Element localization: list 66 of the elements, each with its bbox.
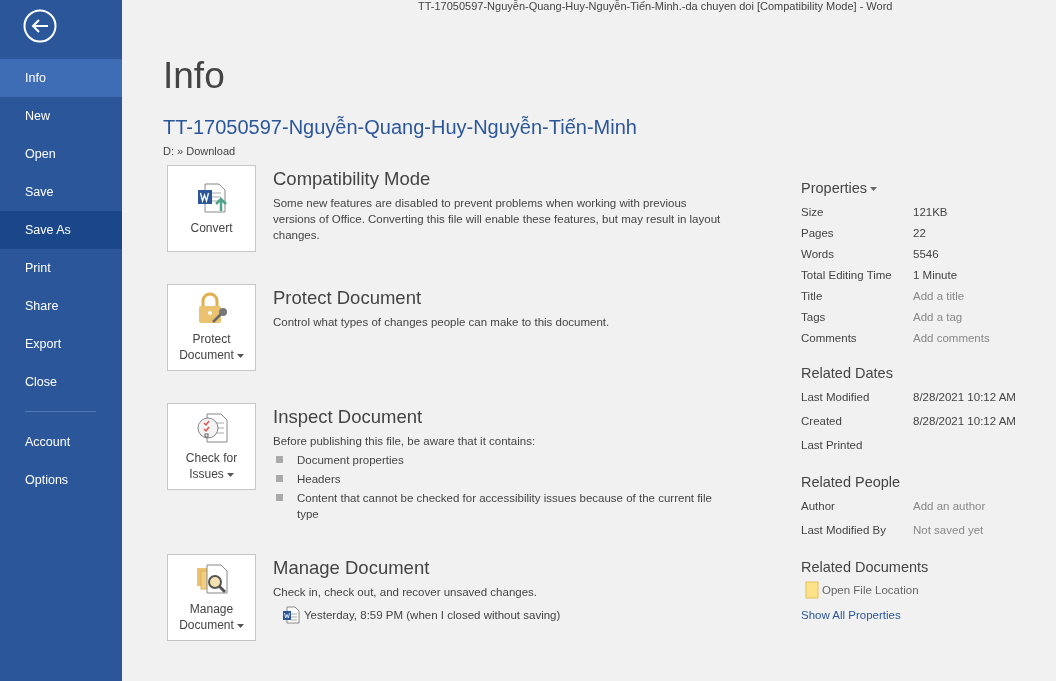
properties-menu[interactable]: Properties	[801, 180, 1051, 196]
bullet-text: Headers	[297, 472, 341, 487]
section-title: Compatibility Mode	[273, 168, 432, 190]
section-description: Control what types of changes people can make to this document.	[273, 315, 611, 330]
open-file-location-link[interactable]: Open File Location	[805, 581, 1051, 599]
property-label: Title	[801, 289, 824, 302]
sidebar-item[interactable]: Print	[0, 249, 122, 287]
caret-icon	[236, 623, 244, 628]
document-name: TT-17050597-Nguyễn-Quang-Huy-Nguyễn-Tiến-Minh	[163, 116, 638, 139]
property-label: Author	[801, 500, 836, 512]
section-heading: Related People	[801, 474, 902, 490]
section-title: Protect Document	[273, 287, 423, 309]
bullet-icon	[276, 494, 283, 501]
folder-icon	[805, 581, 819, 599]
sidebar-item[interactable]: Save As	[0, 211, 122, 249]
sidebar-item[interactable]: Save	[0, 173, 122, 211]
documents-search-icon	[194, 562, 229, 596]
property-label: Tags	[801, 310, 827, 323]
caret-icon	[236, 353, 244, 358]
property-label: Total Editing Time	[801, 268, 893, 281]
checklist-icon	[194, 411, 229, 445]
section-description: Before publishing this file, be aware that it contains:	[273, 434, 537, 449]
section-description: Some new features are disabled to prevent problems when working with previous versions of Office. Converting this file will enable these features, but may result in layout changes.	[273, 196, 722, 243]
sidebar-item[interactable]: Export	[0, 325, 122, 363]
sidebar-item[interactable]: Open	[0, 135, 122, 173]
window-title: TT-17050597-Nguyễn-Quang-Huy-Nguyễn-Tiến-Minh.-da chuyen doi [Compatibility Mode] - Word	[418, 0, 893, 12]
sidebar-item[interactable]: Close	[0, 363, 122, 401]
property-value: 1 Minute	[913, 268, 958, 281]
sidebar-item[interactable]: Account	[0, 423, 122, 461]
property-label: Last Modified	[801, 391, 871, 403]
action-button[interactable]: Protect Document	[167, 284, 256, 371]
page-heading: Info	[163, 54, 226, 98]
property-value: 5546	[913, 247, 939, 260]
caret-icon	[870, 187, 878, 192]
property-label: Pages	[801, 226, 835, 239]
action-button[interactable]: Convert	[167, 165, 256, 252]
sidebar-item[interactable]: Options	[0, 461, 122, 499]
section-heading: Related Dates	[801, 365, 894, 381]
version-link[interactable]: Yesterday, 8:59 PM (when I closed without saving)	[282, 606, 723, 624]
sidebar-item[interactable]: Share	[0, 287, 122, 325]
property-label: Last Modified By	[801, 524, 887, 536]
property-label: Created	[801, 415, 843, 427]
word-document-icon	[282, 606, 300, 624]
property-label: Size	[801, 205, 825, 218]
sidebar-item[interactable]: New	[0, 97, 122, 135]
section-title: Inspect Document	[273, 406, 424, 428]
bullet-text: Content that cannot be checked for accessibility issues because of the current file type	[297, 491, 713, 522]
bullet-icon	[276, 456, 283, 463]
bullet-text: Document properties	[297, 453, 404, 468]
section-heading: Related Documents	[801, 559, 930, 575]
file-path: D: » Download	[163, 145, 237, 157]
caret-icon	[226, 472, 234, 477]
property-label: Last Printed	[801, 439, 864, 451]
property-value: 8/28/2021 10:12 AM	[913, 415, 1016, 427]
property-label: Words	[801, 247, 836, 260]
property-label: Comments	[801, 331, 858, 344]
property-value: 8/28/2021 10:12 AM	[913, 391, 1016, 403]
action-button[interactable]: Manage Document	[167, 554, 256, 641]
property-value: 121KB	[913, 205, 948, 218]
section-title: Manage Document	[273, 557, 431, 579]
bullet-icon	[276, 475, 283, 482]
action-button[interactable]: Check for Issues	[167, 403, 256, 490]
property-value: 22	[913, 226, 926, 239]
sidebar-item[interactable]: Info	[0, 59, 122, 97]
section-description: Check in, check out, and recover unsaved changes.	[273, 585, 539, 600]
show-all-properties-link[interactable]: Show All Properties	[801, 609, 1051, 621]
